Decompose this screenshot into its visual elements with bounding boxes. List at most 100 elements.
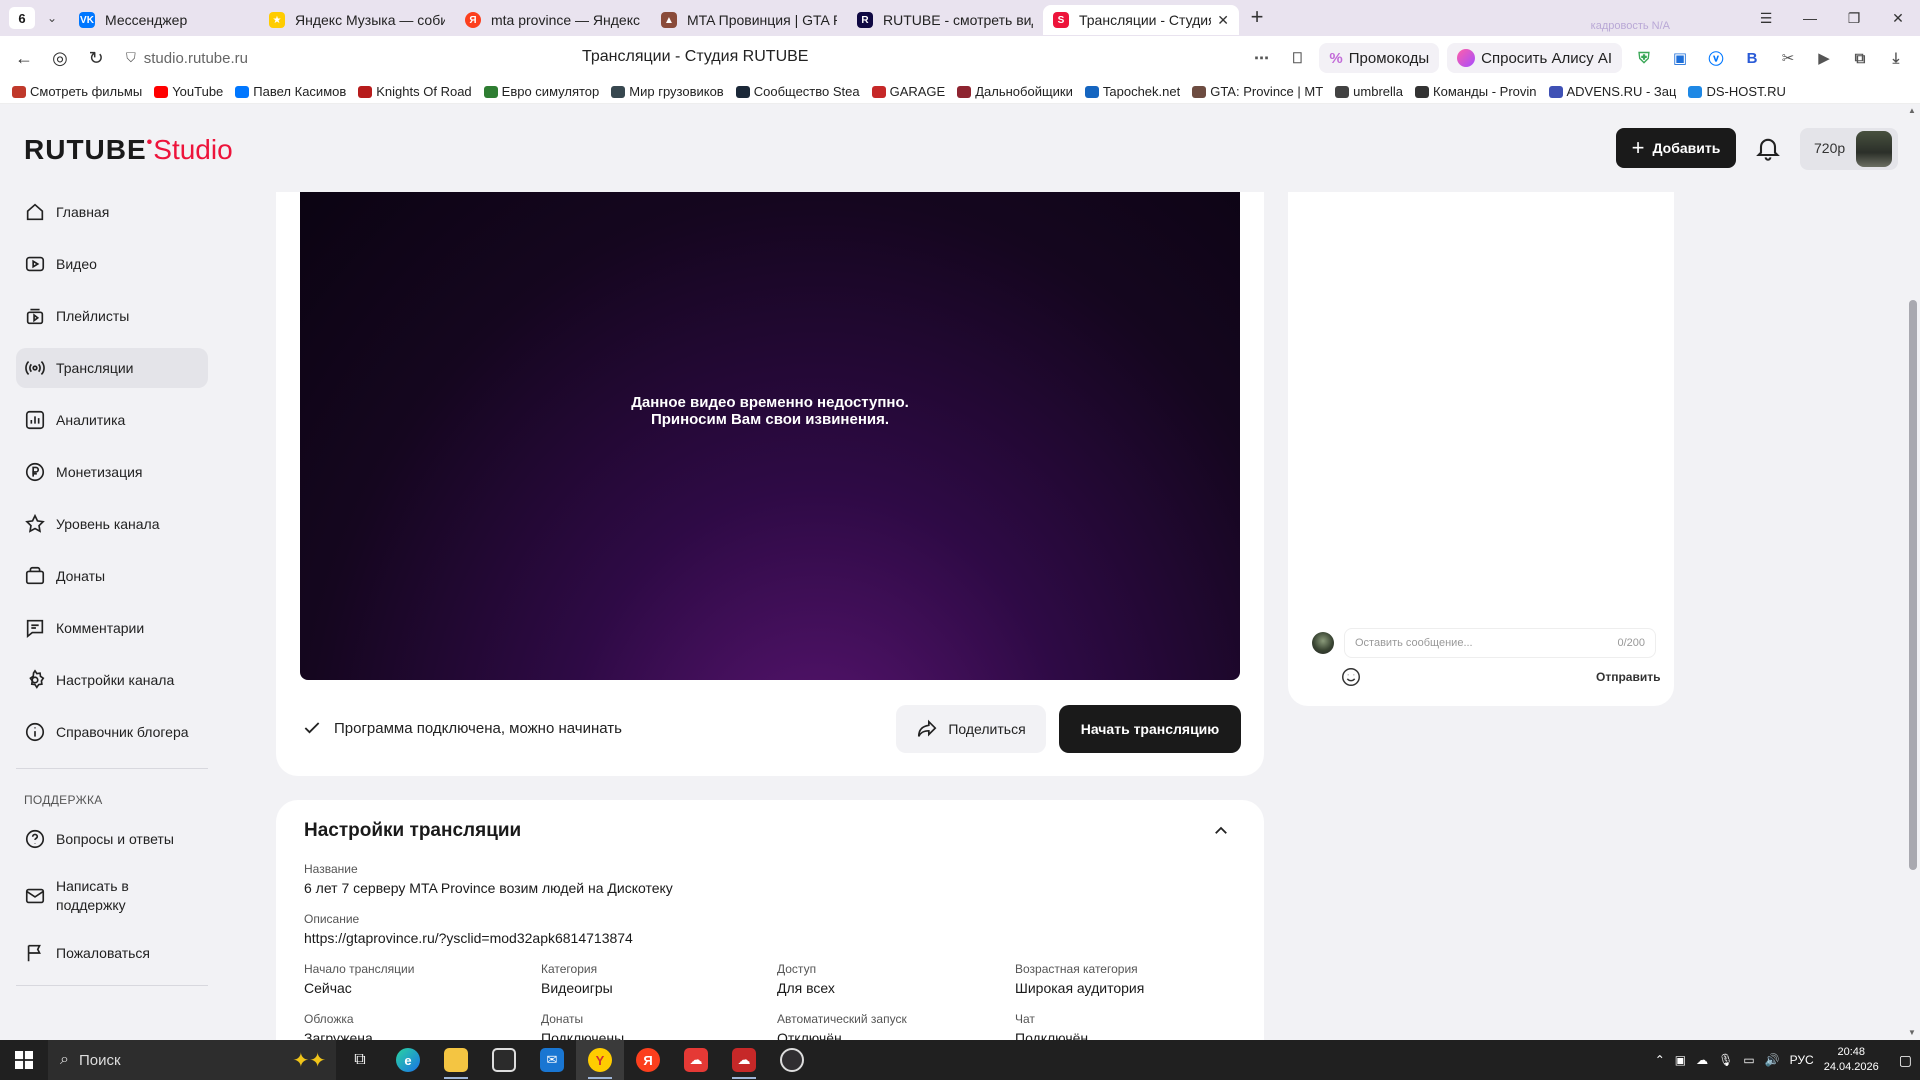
- bookmark-item[interactable]: Дальнобойщики: [957, 84, 1073, 99]
- bookmark-item[interactable]: Tapochek.net: [1084, 84, 1180, 99]
- extension-play-icon[interactable]: ▶: [1810, 46, 1838, 70]
- sidebar-item-report[interactable]: Пожаловаться: [16, 933, 208, 973]
- bookmark-item[interactable]: Евро симулятор: [483, 84, 599, 99]
- taskbar-yandex-browser[interactable]: Y: [576, 1040, 624, 1080]
- field-age-rating: Возрастная категория Широкая аудитория: [1015, 962, 1145, 996]
- bookmark-item[interactable]: GARAGE: [871, 84, 945, 99]
- close-tab-icon[interactable]: ✕: [1217, 12, 1229, 29]
- bookmark-item[interactable]: ADVENS.RU - Зац: [1548, 84, 1676, 99]
- extension-b-icon[interactable]: B: [1738, 46, 1766, 70]
- new-tab-button[interactable]: +: [1243, 4, 1271, 32]
- tray-cloud-icon[interactable]: ☁: [1696, 1053, 1708, 1067]
- browser-tab-rutube[interactable]: R RUTUBE - смотреть виде: [847, 5, 1043, 35]
- bookmark-item[interactable]: GTA: Province | MT: [1192, 84, 1323, 99]
- bell-icon[interactable]: [1754, 134, 1782, 162]
- bookmark-item[interactable]: umbrella: [1335, 84, 1403, 99]
- page-scrollbar[interactable]: ▲ ▼: [1906, 104, 1920, 1040]
- promo-button[interactable]: % Промокоды: [1319, 43, 1440, 73]
- bookmark-item[interactable]: DS-HOST.RU: [1688, 84, 1786, 99]
- video-player[interactable]: Данное видео временно недоступно. Принос…: [300, 192, 1240, 680]
- browser-tab-yandex-search[interactable]: Я mta province — Яндекс: н: [455, 5, 651, 35]
- tab-counter[interactable]: 6: [9, 7, 35, 29]
- taskbar-explorer[interactable]: [432, 1040, 480, 1080]
- extension-vk-icon[interactable]: ⓥ: [1702, 46, 1730, 70]
- restore-icon[interactable]: ❐: [1832, 10, 1876, 27]
- rutube-studio-logo[interactable]: RUTUBE•Studio: [24, 134, 233, 166]
- extension-tools-icon[interactable]: ✂: [1774, 46, 1802, 70]
- info-icon: [25, 722, 45, 742]
- notifications-icon[interactable]: ▢: [1899, 1052, 1912, 1069]
- tray-chevron-up-icon[interactable]: ⌃: [1655, 1053, 1665, 1067]
- bookmark-item[interactable]: Смотреть фильмы: [12, 84, 142, 99]
- microphone-icon[interactable]: 🎙: [1718, 1053, 1733, 1067]
- ask-alice-button[interactable]: Спросить Алису AI: [1447, 43, 1622, 73]
- sidebar-item-blogger-guide[interactable]: Справочник блогера: [16, 712, 208, 752]
- scrollbar-thumb[interactable]: [1909, 300, 1917, 870]
- url-field[interactable]: ⛉ studio.rutube.ru: [126, 50, 248, 67]
- task-view-button[interactable]: ⧉: [336, 1040, 384, 1080]
- sidebar-item-home[interactable]: Главная: [16, 192, 208, 232]
- share-button[interactable]: Поделиться: [896, 705, 1046, 753]
- taskbar-edge[interactable]: e: [384, 1040, 432, 1080]
- field-description: Описание https://gtaprovince.ru/?ysclid=…: [304, 912, 633, 946]
- more-dots-icon[interactable]: ⋯: [1247, 46, 1275, 70]
- download-icon[interactable]: ⤓: [1882, 46, 1910, 70]
- bookmark-item[interactable]: Команды - Provin: [1415, 84, 1537, 99]
- comment-icon: [26, 619, 44, 638]
- tab-list-chevron-icon[interactable]: ⌄: [41, 11, 63, 25]
- chat-send-button[interactable]: Отправить: [1596, 670, 1660, 684]
- menu-icon[interactable]: ☰: [1744, 10, 1788, 27]
- taskbar-obs[interactable]: [768, 1040, 816, 1080]
- sidebar-item-comments[interactable]: Комментарии: [16, 608, 208, 648]
- close-window-icon[interactable]: ✕: [1876, 10, 1920, 27]
- sidebar-item-playlists[interactable]: Плейлисты: [16, 296, 208, 336]
- bookmark-item[interactable]: Сообщество Stea: [735, 84, 860, 99]
- chevron-up-icon[interactable]: [1212, 822, 1230, 840]
- extension-new-icon[interactable]: ▣: [1666, 46, 1694, 70]
- sidebar-item-video[interactable]: Видео: [16, 244, 208, 284]
- windows-start-button[interactable]: [0, 1040, 48, 1080]
- browser-tab-messenger[interactable]: VK Мессенджер: [69, 5, 259, 35]
- browser-tab-studio[interactable]: S Трансляции - Студия R ✕: [1043, 5, 1239, 35]
- add-button[interactable]: + Добавить: [1616, 128, 1736, 168]
- sidebar-item-faq[interactable]: Вопросы и ответы: [16, 819, 208, 859]
- browser-tab-mta-province[interactable]: ▲ MTA Провинция | GTA Pr: [651, 5, 847, 35]
- taskbar-store[interactable]: [480, 1040, 528, 1080]
- volume-icon[interactable]: 🔊: [1765, 1053, 1780, 1067]
- network-icon[interactable]: ▭: [1743, 1053, 1754, 1067]
- taskbar-cloud-app[interactable]: ☁: [720, 1040, 768, 1080]
- bookmark-item[interactable]: Мир грузовиков: [611, 84, 724, 99]
- taskbar-clock[interactable]: 20:48 24.04.2026: [1824, 1045, 1879, 1075]
- vk-icon: VK: [79, 12, 95, 28]
- bookmark-icon[interactable]: ⎕: [1283, 46, 1311, 70]
- emoji-icon[interactable]: [1340, 666, 1362, 688]
- profile-button[interactable]: 720p: [1800, 128, 1898, 170]
- sidebar-item-analytics[interactable]: Аналитика: [16, 400, 208, 440]
- taskbar-search[interactable]: ⌕ Поиск ✦✦: [48, 1040, 336, 1080]
- taskbar-yandex[interactable]: Я: [624, 1040, 672, 1080]
- extension-puzzle-icon[interactable]: ⧉: [1846, 46, 1874, 70]
- reload-icon[interactable]: ↻: [78, 48, 114, 69]
- chat-message-input[interactable]: Оставить сообщение... 0/200: [1344, 628, 1656, 658]
- sidebar-item-monetization[interactable]: Монетизация: [16, 452, 208, 492]
- extension-shield-icon[interactable]: ⛨: [1630, 46, 1658, 70]
- sidebar-item-channel-level[interactable]: Уровень канала: [16, 504, 208, 544]
- protect-icon[interactable]: ◎: [42, 48, 78, 69]
- taskbar-mail[interactable]: ✉: [528, 1040, 576, 1080]
- bookmark-item[interactable]: Knights Of Road: [358, 84, 472, 99]
- bookmark-item[interactable]: Павел Касимов: [235, 84, 346, 99]
- back-arrow-icon[interactable]: ←: [6, 48, 42, 69]
- start-broadcast-button[interactable]: Начать трансляцию: [1059, 705, 1241, 753]
- scroll-down-icon[interactable]: ▼: [1908, 1028, 1916, 1037]
- taskbar-red-app[interactable]: ☁: [672, 1040, 720, 1080]
- sidebar-item-contact-support[interactable]: Написать в поддержку: [16, 871, 208, 921]
- sidebar-item-broadcasts[interactable]: Трансляции: [16, 348, 208, 388]
- bookmark-item[interactable]: YouTube: [154, 84, 223, 99]
- language-indicator[interactable]: РУС: [1790, 1053, 1814, 1067]
- sidebar-item-donations[interactable]: Донаты: [16, 556, 208, 596]
- tray-app-icon[interactable]: ▣: [1675, 1053, 1686, 1067]
- sidebar-item-channel-settings[interactable]: Настройки канала: [16, 660, 208, 700]
- scroll-up-icon[interactable]: ▲: [1908, 106, 1916, 115]
- minimize-icon[interactable]: —: [1788, 10, 1832, 26]
- browser-tab-yandex-music[interactable]: ★ Яндекс Музыка — собира: [259, 5, 455, 35]
